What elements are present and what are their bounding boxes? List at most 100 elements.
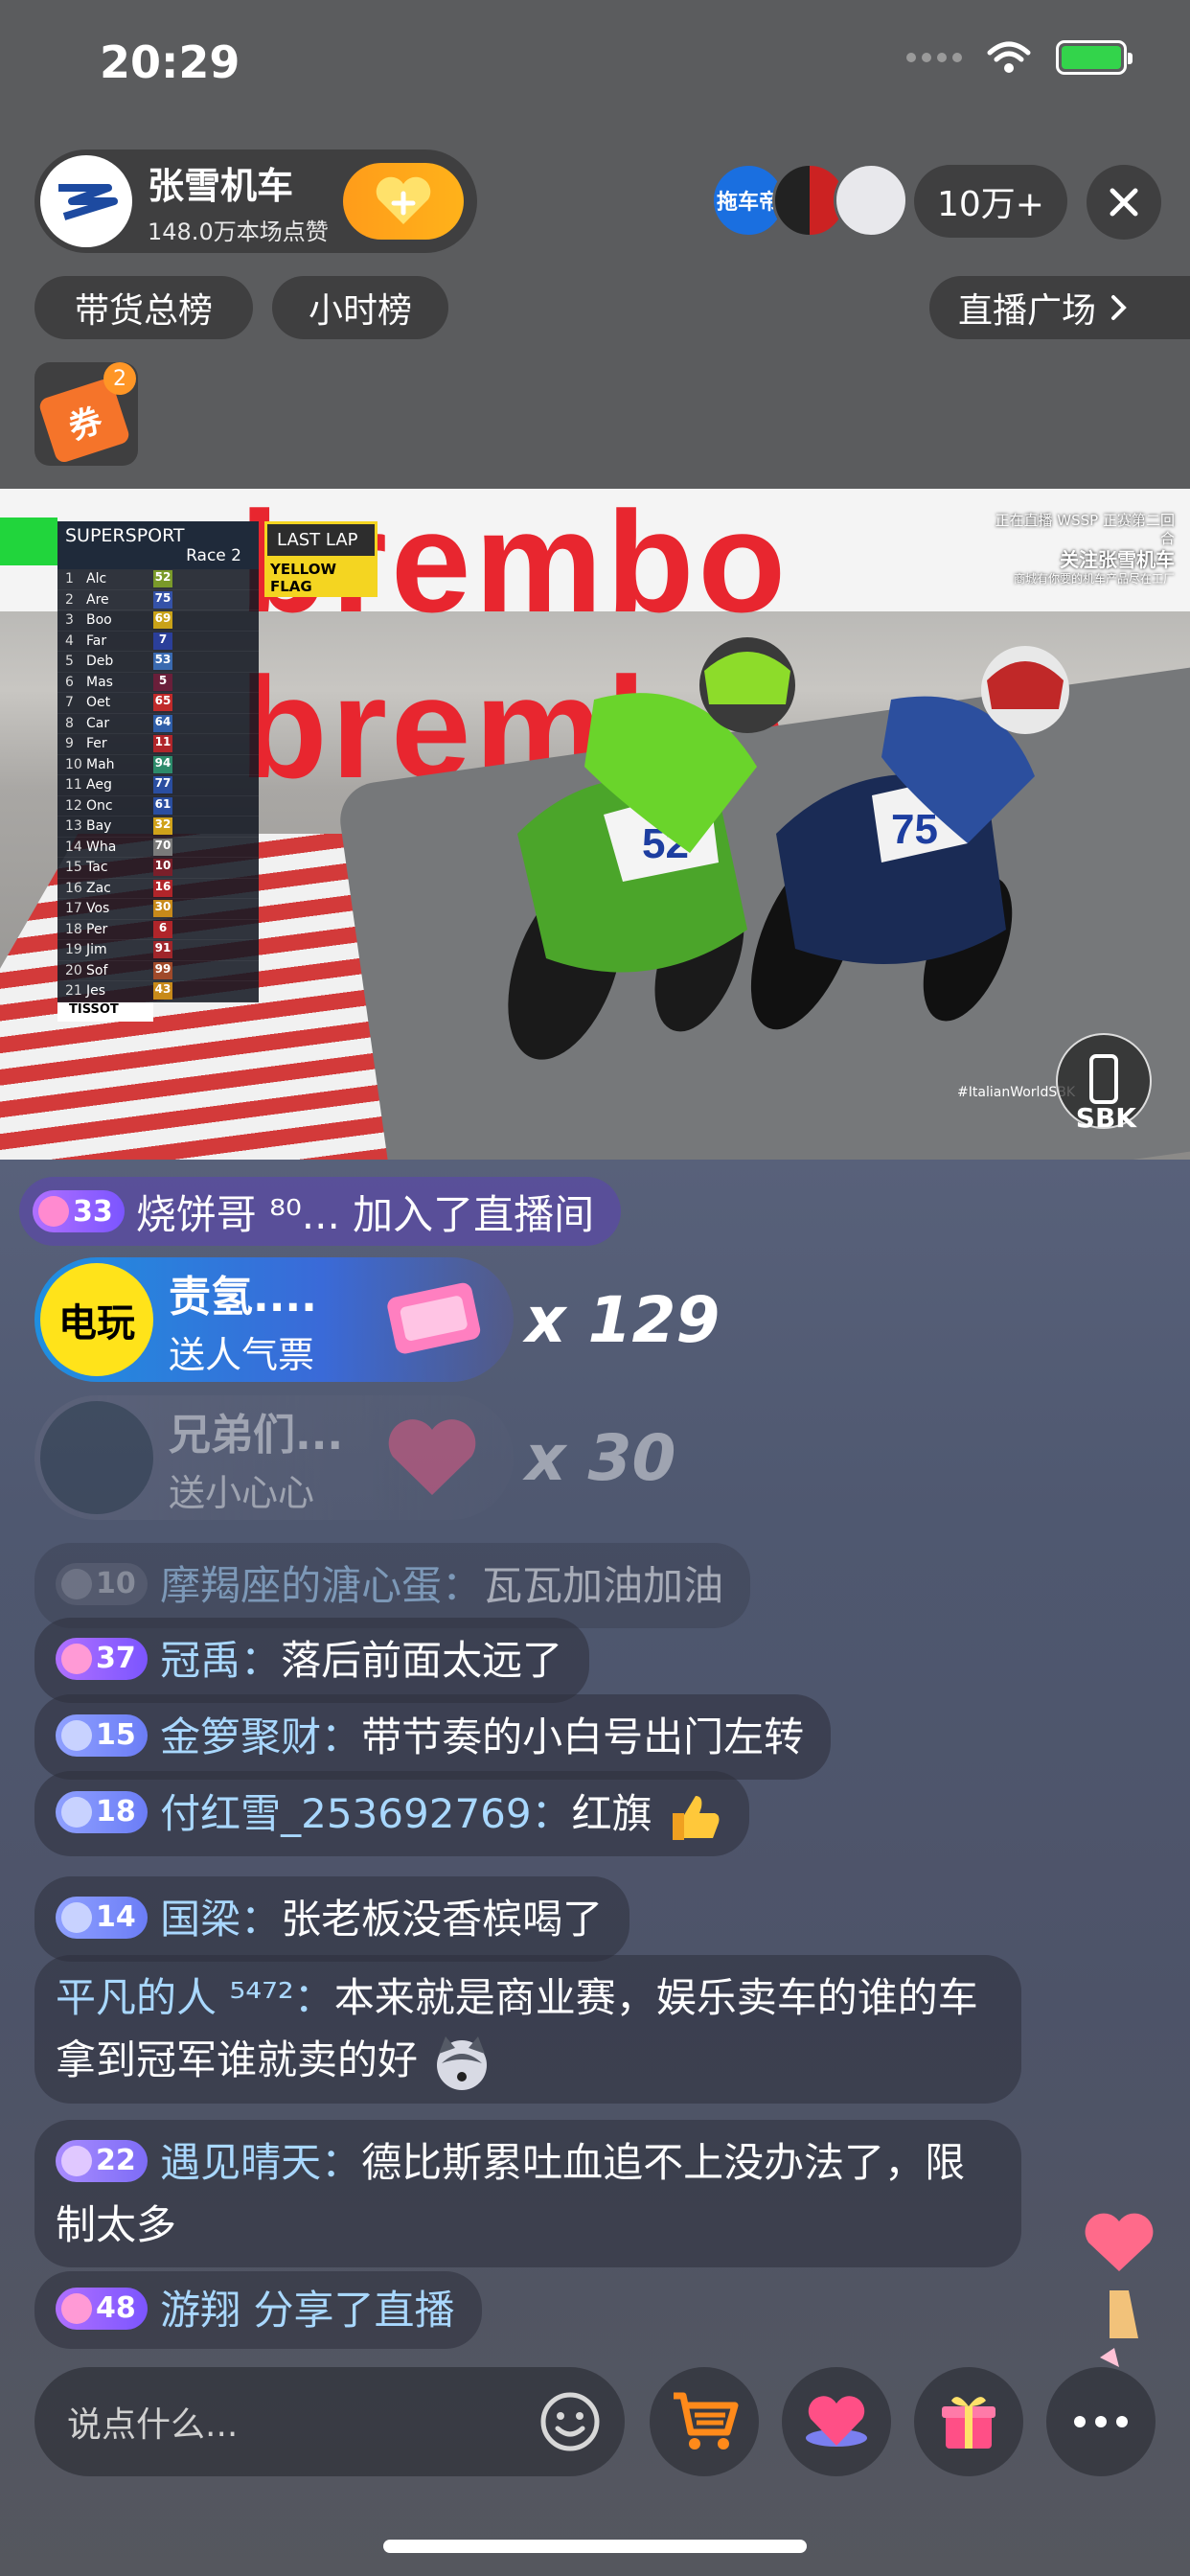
battery-icon [1056,40,1133,75]
chat-username[interactable]: 金箩聚财： [160,1714,361,1760]
sbk-logo: SBK [1075,1102,1136,1134]
leaderboard-position: 14 [65,839,82,855]
gift-notification: 兄弟们... 送小心心 x 30 [34,1395,675,1520]
leaderboard-rider: Per [86,921,108,937]
wifi-icon [987,41,1031,73]
leaderboard-row: 17 Vos 30 [57,899,259,920]
leaderboard-number: 94 [153,755,172,773]
chat-message[interactable]: 37 冠禹：落后前面太远了 [34,1618,590,1704]
floating-like-hearts [1085,2213,1154,2367]
leaderboard-row: 6 Mas 5 [57,673,259,693]
hourly-rank-button[interactable]: 小时榜 [272,276,448,339]
leaderboard-position: 19 [65,942,82,958]
sales-rank-button[interactable]: 带货总榜 [34,276,253,339]
gifter-avatar[interactable] [40,1401,153,1514]
leaderboard-number: 11 [153,735,172,753]
leaderboard-number: 43 [153,982,172,1000]
viewer-count-button[interactable]: 10万+ [914,165,1067,238]
leaderboard-rider: Zac [86,880,111,896]
leaderboard-rider: Deb [86,654,114,670]
emoji-icon[interactable] [538,2390,602,2453]
leaderboard-position: 15 [65,860,82,876]
comment-input[interactable]: 说点什么... [34,2367,625,2476]
chat-message[interactable]: 14 国梁：张老板没香槟喝了 [34,1876,630,1963]
live-plaza-button[interactable]: 直播广场 [929,276,1190,339]
chat-username[interactable]: 平凡的人 ⁵⁴⁷²： [56,1974,334,2021]
chat-username[interactable]: 遇见晴天： [160,2139,361,2186]
leaderboard-rider: Car [86,715,110,731]
popularity-ticket-icon [387,1282,481,1354]
leaderboard-position: 11 [65,777,82,794]
leaderboard-row: 20 Sof 99 [57,961,259,981]
chat-username[interactable]: 付红雪_253692769： [160,1790,572,1837]
chat-message[interactable]: 10 摩羯座的溏心蛋：瓦瓦加油加油 [34,1543,751,1629]
gift-count: x 129 [525,1282,721,1357]
top-viewers[interactable]: 拖车帝 [711,163,908,238]
leaderboard-row: 3 Boo 69 [57,610,259,632]
leaderboard-position: 21 [65,983,82,1000]
leaderboard-position: 8 [65,715,74,731]
join-notification: 33 烧饼哥 ⁸⁰... 加入了直播间 [19,1177,622,1246]
leaderboard-row: 13 Bay 32 [57,816,259,838]
leaderboard-number: 6 [153,920,172,938]
host-likes: 148.0万本场点赞 [148,218,329,245]
host-avatar[interactable] [40,155,132,247]
stream-overlay-title: 正在直播 WSSP 正赛第二回合 关注张雪机车 商城有你要的机车产品尽在工厂 [995,512,1175,586]
leaderboard-number: 5 [153,673,172,691]
leaderboard-row: 8 Car 64 [57,714,259,734]
gift-description: 送人气票 [169,1333,315,1376]
leaderboard-rider: Alc [86,571,107,587]
leaderboard-row: 1 Alc 52 [57,569,259,590]
chat-text: 瓦瓦加油加油 [482,1562,724,1609]
leaderboard-row: 10 Mah 94 [57,755,259,775]
chat-text: 落后前面太远了 [281,1637,563,1684]
status-time: 20:29 [100,36,240,88]
more-button[interactable] [1046,2367,1156,2476]
chat-text: 张老板没香槟喝了 [281,1896,604,1943]
leaderboard-number: 53 [153,653,172,671]
shopping-cart-button[interactable] [650,2367,759,2476]
gifter-avatar[interactable]: 电玩 [40,1263,153,1376]
chat-username[interactable]: 游翔 [160,2287,240,2334]
leaderboard-rider: Boo [86,612,112,629]
coupon-button[interactable]: 券 2 [34,362,138,466]
like-button[interactable] [782,2367,891,2476]
gift-description: 送小心心 [169,1471,315,1514]
small-heart-icon [388,1419,476,1495]
chat-message[interactable]: 22 遇见晴天：德比斯累吐血追不上没办法了，限制太多 [34,2120,1021,2268]
signal-icon [906,53,962,62]
gift-button[interactable] [914,2367,1023,2476]
chat-username[interactable]: 冠禹： [160,1637,281,1684]
leaderboard-number: 69 [153,611,172,630]
chat-username[interactable]: 摩羯座的溏心蛋： [160,1562,482,1609]
leaderboard-position: 5 [65,654,74,670]
leaderboard-rider: Vos [86,901,110,917]
leaderboard-row: 18 Per 6 [57,920,259,940]
rider-blue: 75 [750,646,1069,1030]
host-card[interactable]: 张雪机车 148.0万本场点赞 [34,150,477,253]
leaderboard-row: 5 Deb 53 [57,652,259,673]
close-button[interactable] [1087,165,1161,240]
live-video[interactable]: brembo brembo 52 75 SUPERSPORT Race 2 1A… [0,489,1190,1160]
home-indicator[interactable] [383,2540,807,2553]
chat-message[interactable]: 平凡的人 ⁵⁴⁷²：本来就是商业赛，娱乐卖车的谁的车拿到冠军谁就卖的好 [34,1955,1021,2104]
leaderboard-position: 18 [65,921,82,937]
husky-emoji [430,2035,493,2092]
leaderboard-position: 16 [65,880,82,896]
user-level-badge: 37 [56,1638,148,1680]
heart-plus-icon [376,176,431,224]
leaderboard-row: 4 Far 7 [57,632,259,652]
chat-username[interactable]: 国梁： [160,1896,281,1943]
chat-message[interactable]: 18 付红雪_253692769：红旗 [34,1771,749,1857]
leaderboard-number: 77 [153,776,172,794]
gifter-name: 责氢.... [169,1272,317,1322]
leaderboard-number: 64 [153,714,172,732]
leaderboard-row: 21 Jes 43 [57,981,259,1002]
follow-button[interactable] [343,163,464,240]
leaderboard-number: 30 [153,900,172,918]
leaderboard-number: 32 [153,817,172,836]
chat-message[interactable]: 15 金箩聚财：带节奏的小白号出门左转 [34,1694,832,1781]
user-level-badge: 15 [56,1714,148,1757]
viewer-avatar[interactable] [834,163,908,238]
leaderboard-position: 12 [65,797,82,814]
